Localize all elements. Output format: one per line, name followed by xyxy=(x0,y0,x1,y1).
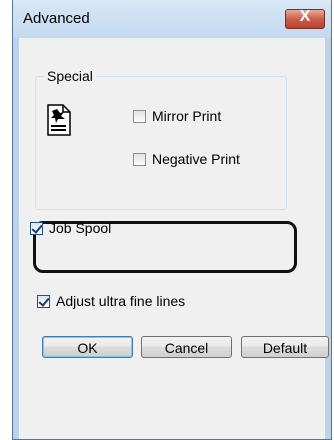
mirror-print-checkbox[interactable] xyxy=(133,109,146,123)
negative-print-label: Negative Print xyxy=(152,151,240,167)
printer-icon xyxy=(47,104,71,136)
adjust-fine-lines-checkbox-row[interactable]: Adjust ultra fine lines xyxy=(37,293,185,309)
default-button[interactable]: Default xyxy=(241,336,329,358)
ok-button[interactable]: OK xyxy=(42,336,133,358)
special-group: Special xyxy=(35,68,287,210)
job-spool-checkbox-row[interactable]: Job Spool xyxy=(30,220,111,236)
negative-print-checkbox[interactable] xyxy=(133,152,146,166)
adjust-fine-lines-label: Adjust ultra fine lines xyxy=(56,293,186,309)
advanced-dialog: Advanced X Special Mirror Print Negative… xyxy=(12,0,332,440)
job-spool-label: Job Spool xyxy=(49,220,112,236)
window-title: Advanced xyxy=(23,10,90,27)
cancel-button[interactable]: Cancel xyxy=(141,336,232,358)
title-bar[interactable]: Advanced X xyxy=(13,0,331,38)
adjust-fine-lines-checkbox[interactable] xyxy=(37,294,50,308)
special-group-legend: Special xyxy=(44,68,96,84)
job-spool-checkbox[interactable] xyxy=(30,221,43,235)
mirror-print-label: Mirror Print xyxy=(152,108,222,124)
mirror-print-checkbox-row[interactable]: Mirror Print xyxy=(133,108,221,124)
negative-print-checkbox-row[interactable]: Negative Print xyxy=(133,151,240,167)
close-icon: X xyxy=(299,8,311,25)
close-button[interactable]: X xyxy=(285,8,325,29)
dialog-client-area: Special Mirror Print Negative Print Job … xyxy=(19,38,325,439)
